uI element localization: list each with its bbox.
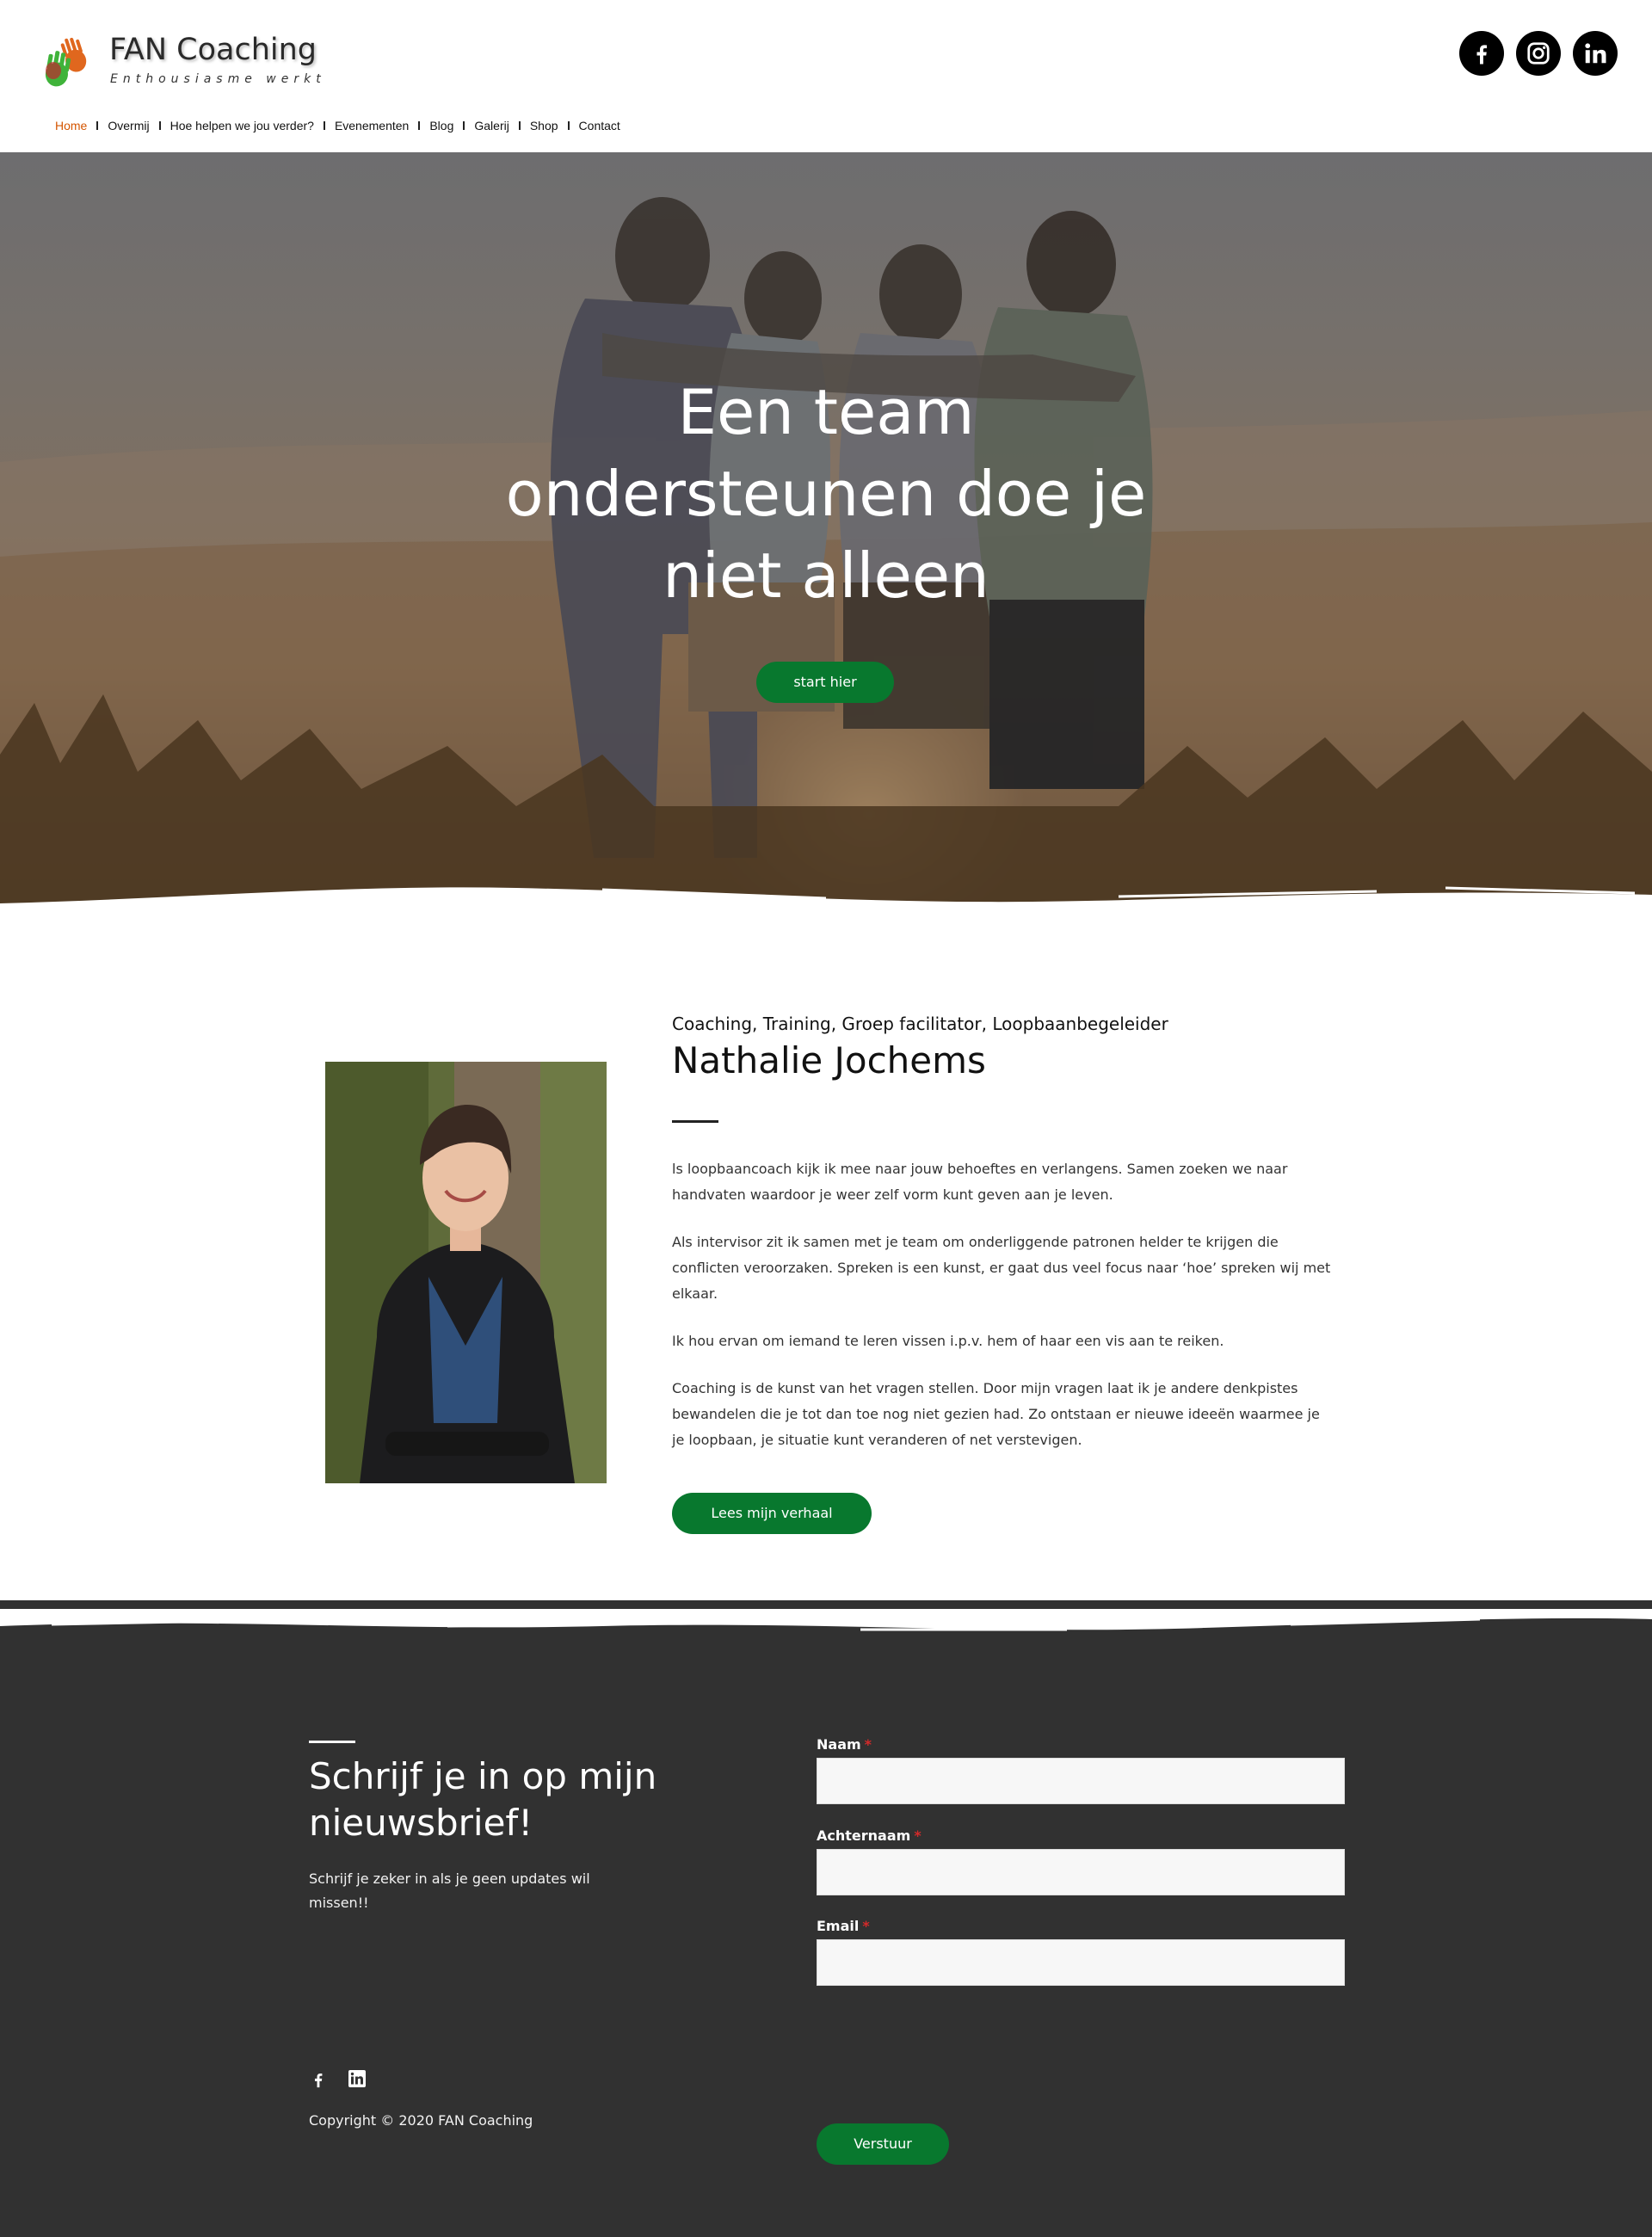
brand-name: FAN Coaching [109, 33, 317, 67]
hero-title: Een team ondersteunen doe je niet alleen [396, 372, 1256, 617]
about-paragraph: Als intervisor zit ik samen met je team … [672, 1234, 1331, 1302]
nav-item-shop[interactable]: Shop [530, 119, 558, 132]
nav-separator [158, 121, 161, 130]
about-name: Nathalie Jochems [672, 1039, 986, 1082]
hero-wave-divider [0, 886, 1652, 938]
hero-title-line: Een team [677, 376, 975, 448]
nav-item-home[interactable]: Home [55, 119, 87, 132]
hero-title-line: ondersteunen doe je [505, 458, 1147, 530]
submit-button[interactable]: Verstuur [817, 2123, 949, 2165]
footer-social-links [309, 2068, 367, 2091]
facebook-icon[interactable] [309, 2068, 328, 2091]
nav-item-blog[interactable]: Blog [429, 119, 453, 132]
linkedin-icon[interactable] [1573, 31, 1618, 76]
nav-separator [323, 121, 325, 130]
linkedin-icon[interactable] [347, 2068, 367, 2089]
email-label-text: Email [817, 1918, 860, 1934]
achternaam-label: Achternaam * [817, 1827, 922, 1844]
about-subtitle: Coaching, Training, Groep facilitator, L… [672, 1014, 1168, 1034]
achternaam-input[interactable] [817, 1849, 1345, 1895]
nav-item-contact[interactable]: Contact [579, 119, 620, 132]
required-mark: * [864, 1736, 872, 1753]
instagram-icon[interactable] [1516, 31, 1561, 76]
about-paragraph: Coaching is de kunst van het vragen stel… [672, 1380, 1320, 1448]
header-social-links [1459, 31, 1618, 76]
start-here-button[interactable]: start hier [756, 662, 894, 703]
email-label: Email * [817, 1918, 870, 1934]
nav-separator [567, 121, 570, 130]
hero-banner: Een team ondersteunen doe je niet alleen… [0, 152, 1652, 909]
hands-logo-icon [45, 37, 87, 87]
nav-item-galerij[interactable]: Galerij [474, 119, 509, 132]
nav-item-overmij[interactable]: Overmij [108, 119, 149, 132]
site-header: FAN Coaching Enthousiasme werkt Home Ove… [0, 0, 1652, 152]
email-input[interactable] [817, 1939, 1345, 1986]
read-my-story-button[interactable]: Lees mijn verhaal [672, 1493, 872, 1534]
main-nav: Home Overmij Hoe helpen we jou verder? E… [55, 119, 620, 132]
nav-separator [418, 121, 421, 130]
nav-separator [518, 121, 521, 130]
naam-input[interactable] [817, 1758, 1345, 1804]
achternaam-label-text: Achternaam [817, 1827, 911, 1844]
about-text: ls loopbaancoach kijk ik mee naar jouw b… [672, 1156, 1335, 1475]
facebook-icon[interactable] [1459, 31, 1504, 76]
nav-separator [463, 121, 465, 130]
newsletter-title: Schrijf je in op mijn nieuwsbrief! [309, 1755, 657, 1844]
profile-photo [325, 1062, 607, 1483]
nav-item-hoe-helpen[interactable]: Hoe helpen we jou verder? [170, 119, 314, 132]
nav-item-evenementen[interactable]: Evenementen [335, 119, 409, 132]
naam-label-text: Naam [817, 1736, 861, 1753]
newsletter-subtitle: Schrijf je zeker in als je geen updates … [309, 1870, 590, 1911]
about-paragraph: Ik hou ervan om iemand te leren vissen i… [672, 1333, 1224, 1349]
about-divider [672, 1120, 718, 1123]
copyright-text: Copyright © 2020 FAN Coaching [309, 2112, 533, 2129]
required-mark: * [914, 1827, 922, 1844]
nav-separator [96, 121, 99, 130]
hero-title-line: niet alleen [663, 539, 989, 612]
required-mark: * [862, 1918, 870, 1934]
about-paragraph: ls loopbaancoach kijk ik mee naar jouw b… [672, 1161, 1288, 1203]
footer-wave-divider [0, 1609, 1652, 1631]
naam-label: Naam * [817, 1736, 872, 1753]
brand-tagline: Enthousiasme werkt [110, 72, 326, 86]
newsletter-divider [309, 1741, 355, 1743]
logo[interactable]: FAN Coaching Enthousiasme werkt [43, 31, 336, 91]
